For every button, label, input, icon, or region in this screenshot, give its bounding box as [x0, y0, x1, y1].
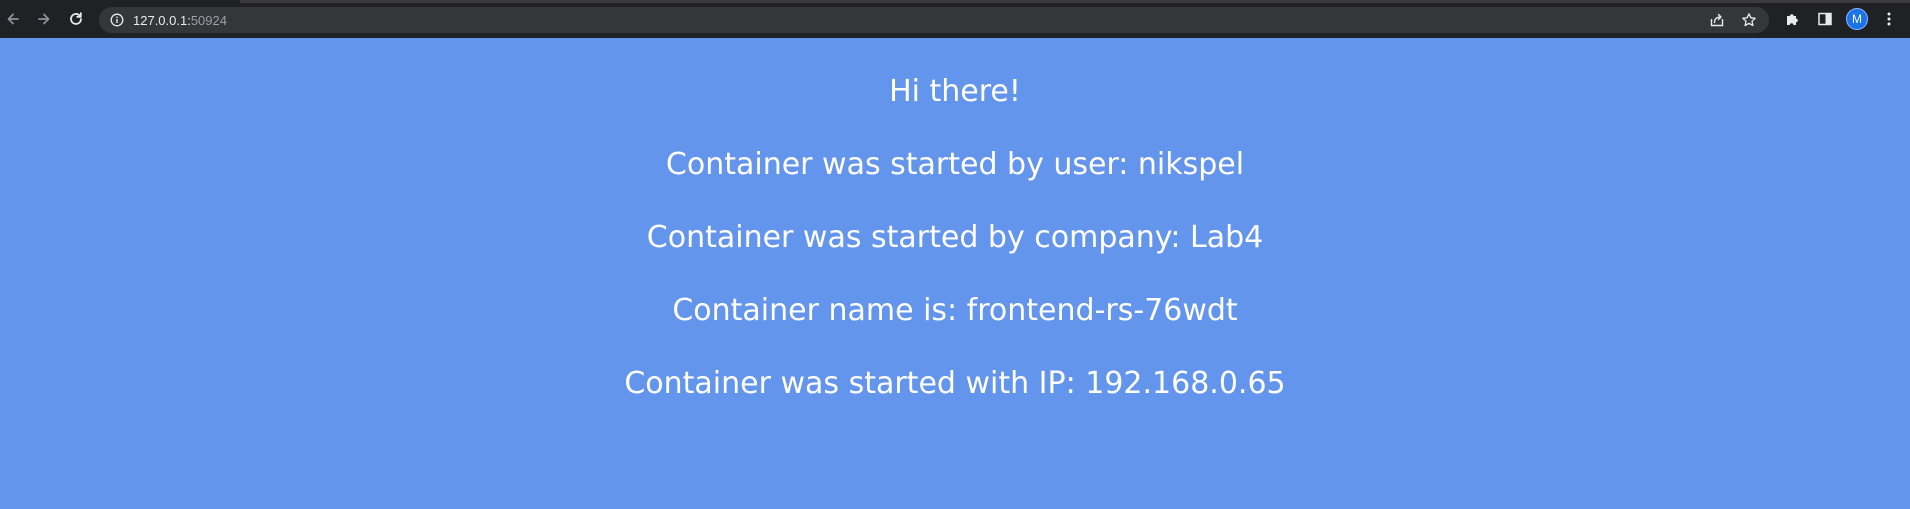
address-bar[interactable]: 127.0.0.1:50924	[99, 7, 1769, 33]
browser-menu-button[interactable]	[1878, 8, 1900, 30]
info-icon	[110, 13, 124, 27]
profile-avatar[interactable]: M	[1846, 8, 1868, 30]
url-port: 50924	[190, 12, 227, 28]
reload-icon	[70, 12, 82, 25]
url-host: 127.0.0.1:	[133, 12, 191, 28]
page-content: Hi there! Container was started by user:…	[0, 38, 1910, 509]
bookmark-button[interactable]	[1739, 10, 1759, 30]
container-ip-text: Container was started with IP: 192.168.0…	[624, 366, 1286, 401]
user-info-text: Container was started by user: nikspel	[665, 147, 1245, 182]
url-text[interactable]: 127.0.0.1:50924	[133, 13, 227, 28]
star-icon	[1742, 13, 1756, 27]
browser-right-tools: M	[1782, 8, 1900, 30]
forward-button[interactable]	[33, 8, 55, 30]
side-panel-button[interactable]	[1814, 8, 1836, 30]
extensions-button[interactable]	[1782, 8, 1804, 30]
arrow-left-icon	[7, 13, 19, 25]
arrow-right-icon	[38, 13, 50, 25]
kebab-menu-icon	[1887, 12, 1891, 26]
company-info-text: Container was started by company: Lab4	[646, 220, 1264, 255]
greeting-text: Hi there!	[889, 74, 1021, 109]
container-name-text: Container name is: frontend-rs-76wdt	[672, 293, 1238, 328]
address-bar-actions	[1707, 10, 1759, 30]
puzzle-icon	[1787, 14, 1798, 25]
share-button[interactable]	[1707, 10, 1727, 30]
share-icon	[1710, 13, 1724, 27]
tab-strip-edge	[240, 0, 1910, 3]
back-button[interactable]	[2, 8, 24, 30]
side-panel-icon	[1818, 12, 1832, 26]
browser-toolbar: 127.0.0.1:50924 M	[0, 0, 1910, 38]
site-info-button[interactable]	[109, 12, 125, 28]
reload-button[interactable]	[65, 8, 87, 30]
